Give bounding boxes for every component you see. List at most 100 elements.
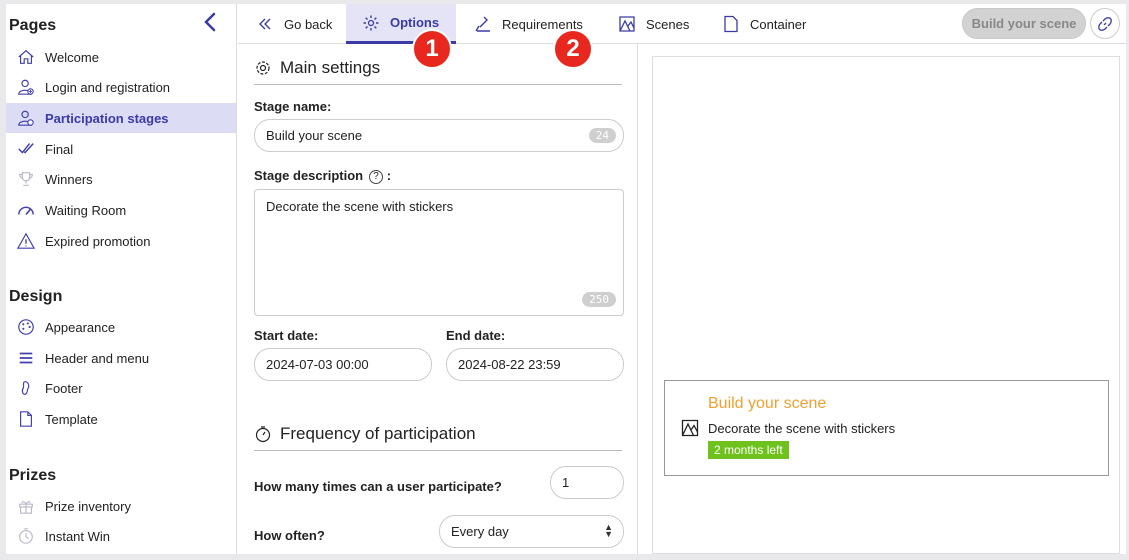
sidebar-item-label: Instant Win [45, 528, 111, 544]
document-icon [16, 409, 36, 429]
stage-options-form: Main settings Stage name: Build your sce… [238, 44, 638, 554]
scene-icon [681, 419, 699, 437]
sidebar-item-participation-stages[interactable]: Participation stages [6, 103, 236, 133]
preview-card-title: Build your scene [708, 395, 827, 412]
section-title: Main settings [280, 58, 381, 77]
how-often-value: Every day [451, 524, 509, 539]
stage-name-input[interactable]: Build your scene 24 [254, 119, 624, 152]
sidebar-item-label: Waiting Room [45, 202, 127, 218]
stage-description-textarea[interactable]: Decorate the scene with stickers 250 [254, 189, 624, 316]
stage-description-label-text: Stage description [254, 168, 364, 183]
tab-go-back[interactable]: Go back [250, 4, 346, 44]
sidebar-item-instant-win[interactable]: Instant Win [6, 521, 236, 551]
sidebar-item-template[interactable]: Template [6, 404, 236, 434]
gear-icon [256, 61, 270, 75]
how-often-select[interactable]: Every day ▲ ▼ [439, 515, 624, 548]
times-participate-label: How many times can a user participate? [254, 479, 502, 494]
link-icon [1098, 16, 1112, 31]
stopwatch-icon [255, 426, 271, 443]
home-icon [16, 47, 36, 67]
sidebar-item-label: Template [45, 411, 98, 427]
char-counter: 24 [588, 128, 616, 143]
tab-label: Scenes [646, 16, 690, 32]
build-scene-button[interactable]: Build your scene [962, 8, 1086, 39]
start-date-value: 2024-07-03 00:00 [266, 357, 369, 372]
scene-icon [619, 16, 635, 32]
gear-icon [363, 15, 379, 30]
end-date-input[interactable]: 2024-08-22 23:59 [446, 348, 624, 381]
char-counter: 250 [582, 292, 616, 307]
sidebar-item-label: Footer [45, 380, 83, 396]
trophy-icon [16, 169, 36, 189]
sidebar-item-label: Expired promotion [45, 233, 151, 249]
palette-icon [16, 317, 36, 337]
annotation-badge-1: 1 [412, 29, 452, 69]
sidebar: Pages Welcome Login and registration Par… [6, 4, 237, 554]
times-participate-value: 1 [562, 475, 570, 490]
sidebar-section-prizes: Prizes [9, 467, 57, 484]
sidebar-item-label: Prize inventory [45, 498, 131, 514]
select-arrows-icon: ▲ ▼ [604, 522, 613, 539]
gift-icon [16, 496, 36, 516]
start-date-label: Start date: [254, 328, 319, 343]
sidebar-item-footer[interactable]: Footer [6, 373, 236, 403]
time-left-badge: 2 months left [708, 441, 789, 459]
instant-win-icon [16, 526, 36, 546]
sidebar-item-label: Welcome [45, 49, 99, 65]
start-date-input[interactable]: 2024-07-03 00:00 [254, 348, 432, 381]
how-often-label: How often? [254, 528, 325, 543]
tab-container[interactable]: Container [722, 4, 832, 44]
sidebar-item-final[interactable]: Final [6, 134, 236, 164]
warning-icon [16, 231, 36, 251]
sidebar-item-label: Winners [45, 171, 93, 187]
stage-description-value: Decorate the scene with stickers [266, 199, 454, 214]
tab-scenes[interactable]: Scenes [618, 4, 708, 44]
stage-description-label-colon: : [386, 168, 392, 183]
document-icon [724, 15, 738, 33]
sidebar-item-label: Appearance [45, 319, 116, 335]
sidebar-section-pages: Pages [9, 17, 57, 34]
tab-label: Go back [284, 16, 333, 32]
sidebar-item-label: Login and registration [45, 79, 171, 95]
tab-label: Options [390, 15, 440, 30]
end-date-label: End date: [446, 328, 506, 343]
sidebar-section-design: Design [9, 288, 63, 305]
menu-icon [16, 348, 36, 368]
sidebar-item-label: Header and menu [45, 350, 150, 366]
sidebar-item-label: Participation stages [45, 110, 169, 126]
double-check-icon [16, 139, 36, 159]
sidebar-item-welcome[interactable]: Welcome [6, 42, 236, 72]
stage-name-value: Build your scene [266, 128, 363, 143]
top-navigation: Go back Options Requirements Scenes Cont… [238, 4, 1126, 44]
sidebar-item-header-menu[interactable]: Header and menu [6, 343, 236, 373]
collapse-sidebar-button[interactable] [200, 10, 220, 34]
stage-description-label: Stage description? : [254, 168, 391, 184]
user-stages-icon [16, 108, 36, 128]
stage-preview: Build your scene Decorate the scene with… [652, 56, 1120, 554]
end-date-value: 2024-08-22 23:59 [458, 357, 561, 372]
user-add-icon [16, 77, 36, 97]
tab-label: Container [750, 16, 807, 32]
stage-preview-card[interactable]: Build your scene Decorate the scene with… [664, 380, 1109, 476]
double-chevron-left-icon [259, 18, 271, 30]
help-icon[interactable]: ? [369, 169, 384, 184]
section-title: Frequency of participation [280, 424, 476, 443]
gauge-icon [16, 200, 36, 220]
sidebar-item-waiting-room[interactable]: Waiting Room [6, 195, 236, 225]
preview-card-description: Decorate the scene with stickers [708, 421, 896, 436]
app-frame: Pages Welcome Login and registration Par… [6, 4, 1126, 554]
stage-name-label: Stage name: [254, 99, 332, 114]
sidebar-item-label: Final [45, 141, 74, 157]
sidebar-item-login[interactable]: Login and registration [6, 72, 236, 102]
chevron-left-icon [204, 12, 216, 32]
frequency-heading: Frequency of participation [254, 424, 622, 451]
sidebar-item-appearance[interactable]: Appearance [6, 312, 236, 342]
annotation-badge-2: 2 [553, 29, 593, 69]
copy-link-button[interactable] [1090, 8, 1120, 39]
sidebar-item-winners[interactable]: Winners [6, 164, 236, 194]
sidebar-item-prize-inventory[interactable]: Prize inventory [6, 491, 236, 521]
footer-icon [16, 378, 36, 398]
sidebar-item-expired-promotion[interactable]: Expired promotion [6, 226, 236, 256]
times-participate-input[interactable]: 1 [550, 466, 624, 499]
stamp-icon [475, 16, 490, 32]
